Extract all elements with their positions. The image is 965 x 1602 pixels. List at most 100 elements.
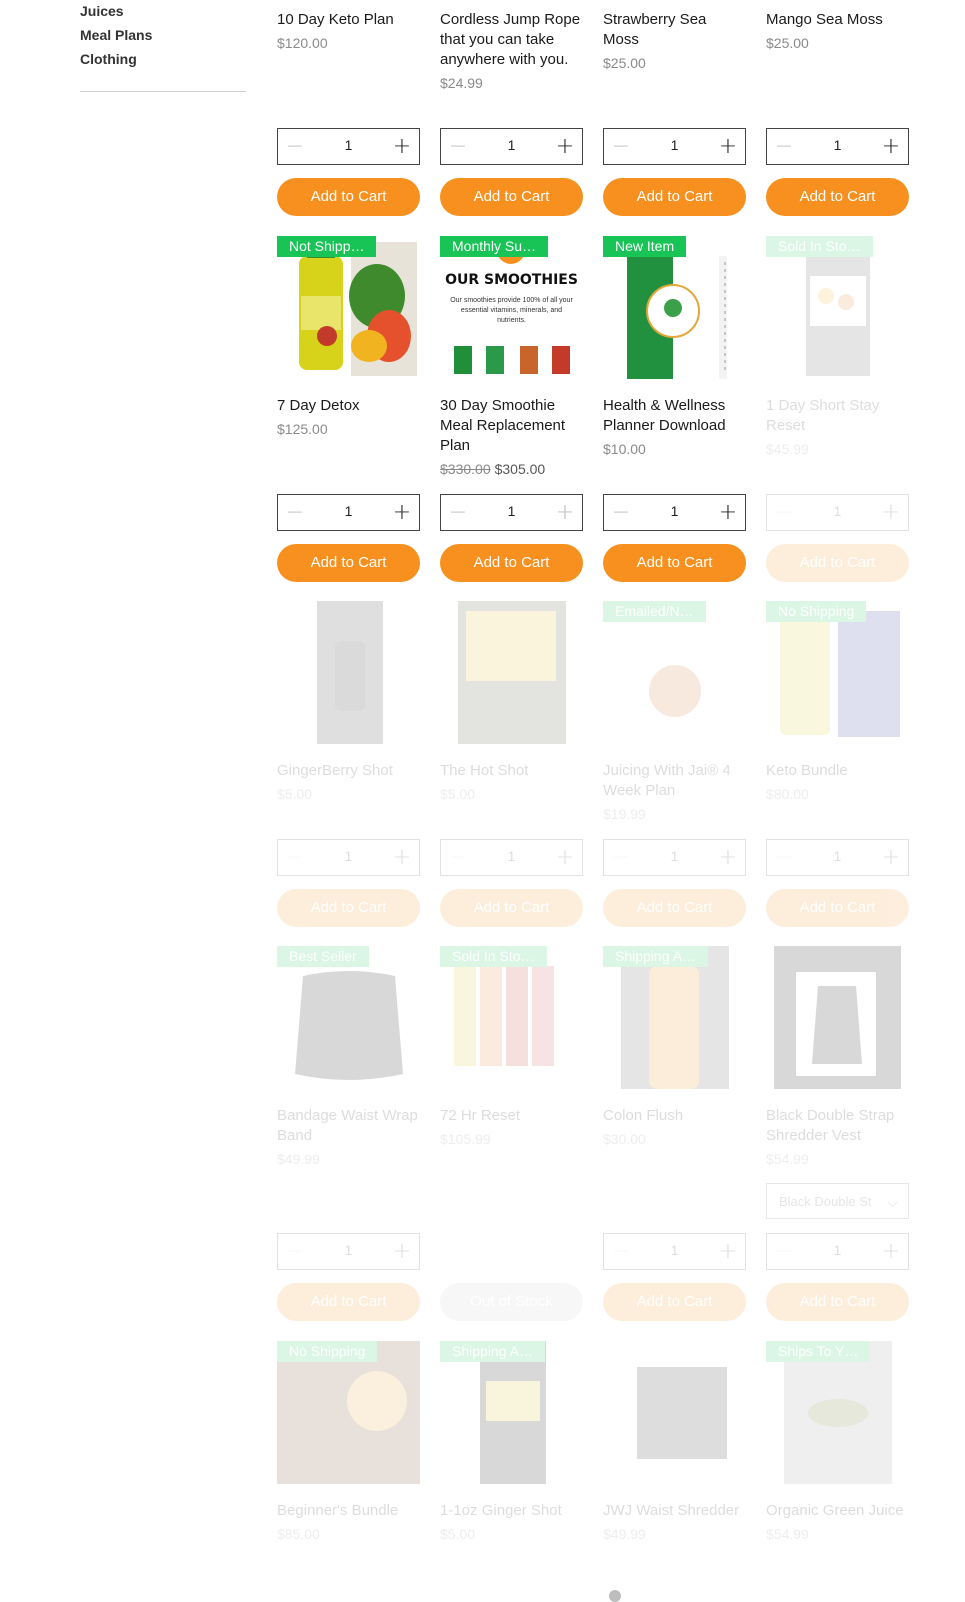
add-to-cart-button[interactable]: Add to Cart — [277, 1283, 420, 1321]
quantity-stepper[interactable]: −1 + — [440, 494, 583, 531]
minus-icon[interactable]: − — [278, 129, 312, 164]
plus-icon[interactable]: + — [874, 129, 908, 164]
product-image[interactable]: OUR SMOOTHIES Our smoothies provide 100%… — [440, 236, 583, 379]
add-to-cart-button[interactable]: Add to Cart — [766, 544, 909, 582]
quantity-value[interactable]: 1 — [318, 495, 379, 530]
product-image[interactable]: Ships To Y… — [766, 1341, 909, 1484]
product-image[interactable] — [603, 1341, 746, 1484]
minus-icon[interactable]: − — [604, 495, 638, 530]
product-name[interactable]: 7 Day Detox $125.00 — [277, 396, 420, 438]
add-to-cart-button[interactable]: Add to Cart — [603, 1283, 746, 1321]
quantity-value[interactable]: 1 — [318, 1234, 379, 1269]
out-of-stock-button[interactable]: Out of Stock — [440, 1283, 583, 1321]
quantity-stepper[interactable]: −1 + — [603, 494, 746, 531]
minus-icon[interactable]: − — [604, 1234, 638, 1269]
quantity-value[interactable]: 1 — [644, 129, 705, 164]
product-name[interactable]: 30 Day Smoothie Meal Replacement Plan $33… — [440, 396, 583, 478]
product-image[interactable] — [766, 946, 909, 1089]
quantity-stepper[interactable]: −1 + — [603, 1233, 746, 1270]
minus-icon[interactable]: − — [441, 495, 475, 530]
quantity-stepper[interactable]: −1 + — [766, 128, 909, 165]
add-to-cart-button[interactable]: Add to Cart — [440, 544, 583, 582]
plus-icon[interactable]: + — [711, 495, 745, 530]
minus-icon[interactable]: − — [604, 840, 638, 875]
product-image[interactable]: No Shipping — [766, 601, 909, 744]
minus-icon[interactable]: − — [767, 1234, 801, 1269]
add-to-cart-button[interactable]: Add to Cart — [603, 178, 746, 216]
product-name[interactable]: Bandage Waist Wrap Band $49.99 — [277, 1106, 420, 1168]
product-name[interactable]: Juicing With Jai® 4 Week Plan $19.99 — [603, 761, 746, 823]
minus-icon[interactable]: − — [767, 129, 801, 164]
product-name[interactable]: Strawberry Sea Moss $25.00 — [603, 10, 746, 72]
quantity-stepper[interactable]: −1 + — [277, 128, 420, 165]
add-to-cart-button[interactable]: Add to Cart — [603, 889, 746, 927]
quantity-value[interactable]: 1 — [481, 495, 542, 530]
quantity-value[interactable]: 1 — [644, 495, 705, 530]
minus-icon[interactable]: − — [604, 129, 638, 164]
minus-icon[interactable]: − — [767, 840, 801, 875]
product-name[interactable]: Keto Bundle $80.00 — [766, 761, 909, 803]
plus-icon[interactable]: + — [385, 495, 419, 530]
plus-icon[interactable]: + — [711, 1234, 745, 1269]
quantity-stepper[interactable]: −1 + — [277, 1233, 420, 1270]
quantity-value[interactable]: 1 — [807, 840, 868, 875]
plus-icon[interactable]: + — [711, 840, 745, 875]
add-to-cart-button[interactable]: Add to Cart — [440, 889, 583, 927]
category-clothing[interactable]: Clothing — [80, 47, 246, 71]
plus-icon[interactable]: + — [874, 840, 908, 875]
add-to-cart-button[interactable]: Add to Cart — [766, 889, 909, 927]
product-name[interactable]: GingerBerry Shot $5.00 — [277, 761, 420, 803]
plus-icon[interactable]: + — [874, 495, 908, 530]
minus-icon[interactable]: − — [441, 840, 475, 875]
quantity-value[interactable]: 1 — [318, 840, 379, 875]
minus-icon[interactable]: − — [278, 495, 312, 530]
product-image[interactable]: Sold In Sto… — [440, 946, 583, 1089]
product-name[interactable]: Mango Sea Moss $25.00 — [766, 10, 909, 52]
product-image[interactable]: Emailed/N… — [603, 601, 746, 744]
quantity-value[interactable]: 1 — [318, 129, 379, 164]
plus-icon[interactable]: + — [385, 840, 419, 875]
add-to-cart-button[interactable]: Add to Cart — [277, 178, 420, 216]
product-name[interactable]: JWJ Waist Shredder $49.99 — [603, 1501, 746, 1543]
quantity-value[interactable]: 1 — [644, 1234, 705, 1269]
product-name[interactable]: 10 Day Keto Plan $120.00 — [277, 10, 420, 52]
product-name[interactable]: Black Double Strap Shredder Vest $54.99 — [766, 1106, 909, 1168]
add-to-cart-button[interactable]: Add to Cart — [603, 544, 746, 582]
product-image[interactable]: New Item — [603, 236, 746, 379]
quantity-value[interactable]: 1 — [807, 1234, 868, 1269]
add-to-cart-button[interactable]: Add to Cart — [277, 889, 420, 927]
quantity-stepper[interactable]: −1 + — [277, 839, 420, 876]
minus-icon[interactable]: − — [767, 495, 801, 530]
variant-select[interactable]: Black Double St ⌵ — [766, 1183, 909, 1219]
product-image[interactable]: No Shipping — [277, 1341, 420, 1484]
minus-icon[interactable]: − — [278, 840, 312, 875]
product-name[interactable]: 72 Hr Reset $105.99 — [440, 1106, 583, 1148]
plus-icon[interactable]: + — [385, 129, 419, 164]
plus-icon[interactable]: + — [548, 495, 582, 530]
product-image[interactable]: Sold In Sto… — [766, 236, 909, 379]
quantity-value[interactable]: 1 — [807, 129, 868, 164]
product-name[interactable]: Beginner's Bundle $85.00 — [277, 1501, 420, 1543]
quantity-stepper[interactable]: −1 + — [766, 839, 909, 876]
plus-icon[interactable]: + — [874, 1234, 908, 1269]
quantity-value[interactable]: 1 — [481, 129, 542, 164]
minus-icon[interactable]: − — [441, 129, 475, 164]
quantity-stepper[interactable]: −1 + — [603, 839, 746, 876]
quantity-stepper[interactable]: −1 + — [766, 1233, 909, 1270]
product-name[interactable]: Organic Green Juice $54.99 — [766, 1501, 909, 1543]
add-to-cart-button[interactable]: Add to Cart — [766, 1283, 909, 1321]
product-image[interactable]: Shipping A… — [440, 1341, 583, 1484]
product-image[interactable]: Not Shipp… — [277, 236, 420, 379]
product-name[interactable]: The Hot Shot $5.00 — [440, 761, 583, 803]
add-to-cart-button[interactable]: Add to Cart — [440, 178, 583, 216]
add-to-cart-button[interactable]: Add to Cart — [277, 544, 420, 582]
product-name[interactable]: Colon Flush $30.00 — [603, 1106, 746, 1148]
quantity-stepper[interactable]: −1 + — [440, 839, 583, 876]
category-juices[interactable]: Juices — [80, 0, 246, 23]
product-name[interactable]: Health & Wellness Planner Download $10.00 — [603, 396, 746, 458]
plus-icon[interactable]: + — [711, 129, 745, 164]
quantity-value[interactable]: 1 — [481, 840, 542, 875]
quantity-stepper[interactable]: −1 + — [603, 128, 746, 165]
plus-icon[interactable]: + — [548, 840, 582, 875]
product-name[interactable]: 1 Day Short Stay Reset $45.99 — [766, 396, 909, 458]
